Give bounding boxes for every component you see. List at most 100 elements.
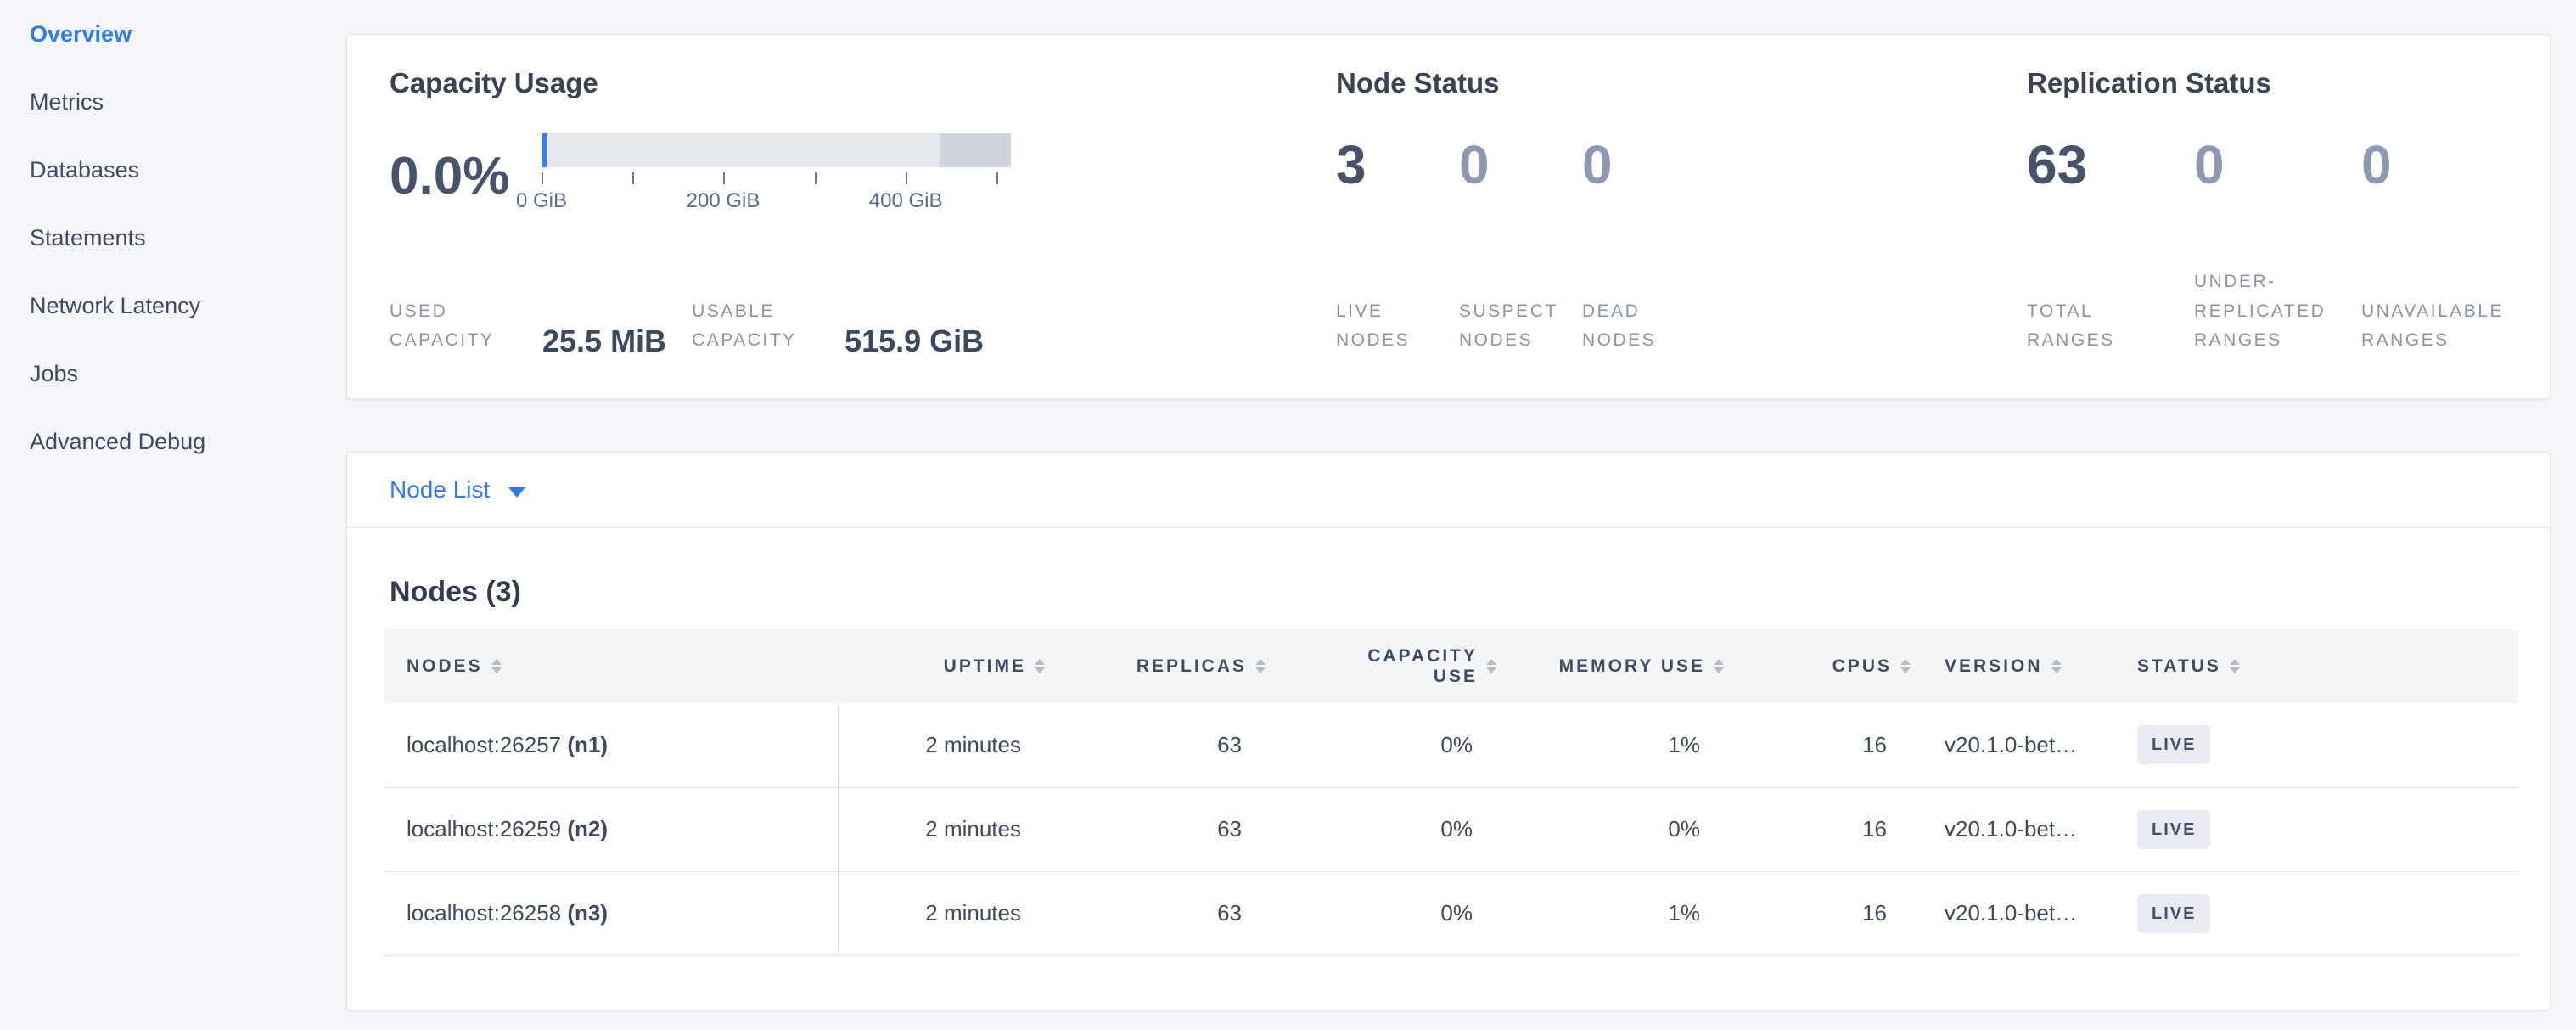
under-replicated-ranges-value: 0 [2194, 138, 2361, 192]
status-badge: LIVE [2137, 894, 2210, 933]
column-header-version[interactable]: VERSION [1911, 629, 2114, 703]
under-replicated-ranges-label: UNDER- REPLICATED RANGES [2194, 267, 2361, 356]
replicas-cell: 63 [1045, 787, 1266, 871]
nodes-table: NODES UPTIME REPLICAS CAPACITY USE MEMOR… [384, 629, 2518, 956]
node-address-cell[interactable]: localhost:26257 (n1) [384, 703, 838, 787]
live-nodes-value: 3 [1336, 138, 1459, 192]
table-header-row: NODES UPTIME REPLICAS CAPACITY USE MEMOR… [384, 629, 2518, 703]
total-ranges-value: 63 [2027, 138, 2194, 192]
version-cell: v20.1.0-bet… [1911, 787, 2114, 871]
sidebar-item-advanced-debug[interactable]: Advanced Debug [0, 408, 346, 476]
node-list-card: Node List Nodes (3) NODES UPTIME REPLICA… [346, 452, 2551, 1010]
under-replicated-ranges-stat: 0 UNDER- REPLICATED RANGES [2194, 138, 2361, 356]
suspect-nodes-stat: 0 SUSPECT NODES [1459, 138, 1582, 356]
usable-capacity-label: USABLE CAPACITY [692, 297, 798, 356]
node-address-cell[interactable]: localhost:26258 (n3) [384, 871, 838, 955]
column-header-nodes[interactable]: NODES [384, 629, 838, 703]
cluster-summary-card: Capacity Usage 0.0% [346, 34, 2551, 399]
sidebar-item-databases[interactable]: Databases [0, 136, 346, 204]
capacity-usage-section: Capacity Usage 0.0% [390, 67, 1289, 356]
usable-capacity-stat: USABLE CAPACITY 515.9 GiB [692, 297, 984, 356]
table-row[interactable]: localhost:26258 (n3) 2 minutes 63 0% 1% … [384, 871, 2518, 955]
unavailable-ranges-label: UNAVAILABLE RANGES [2361, 297, 2528, 356]
sidebar-item-overview[interactable]: Overview [0, 0, 346, 68]
memory-use-cell: 1% [1496, 871, 1724, 955]
capacity-use-cell: 0% [1266, 703, 1496, 787]
dead-nodes-label: DEAD NODES [1582, 297, 1705, 356]
sort-icon[interactable] [491, 659, 502, 673]
status-cell: LIVE [2114, 703, 2518, 787]
total-ranges-stat: 63 TOTAL RANGES [2027, 138, 2194, 356]
dead-nodes-stat: 0 DEAD NODES [1582, 138, 1705, 356]
suspect-nodes-label: SUSPECT NODES [1459, 297, 1582, 356]
column-header-memory-use[interactable]: MEMORY USE [1496, 629, 1724, 703]
version-cell: v20.1.0-bet… [1911, 871, 2114, 955]
node-address-cell[interactable]: localhost:26259 (n2) [384, 787, 838, 871]
sidebar-item-statements[interactable]: Statements [0, 204, 346, 272]
table-row[interactable]: localhost:26259 (n2) 2 minutes 63 0% 0% … [384, 787, 2518, 871]
capacity-use-cell: 0% [1266, 787, 1496, 871]
status-cell: LIVE [2114, 787, 2518, 871]
live-nodes-stat: 3 LIVE NODES [1336, 138, 1459, 356]
used-capacity-value: 25.5 MiB [542, 324, 666, 359]
usable-capacity-value: 515.9 GiB [845, 324, 984, 359]
memory-use-cell: 0% [1496, 787, 1724, 871]
nodes-table-heading: Nodes (3) [390, 576, 2550, 609]
cpus-cell: 16 [1724, 871, 1911, 955]
column-header-replicas[interactable]: REPLICAS [1045, 629, 1266, 703]
capacity-other-segment [940, 133, 1011, 167]
sort-icon[interactable] [1900, 659, 1911, 673]
caret-down-icon[interactable] [508, 487, 525, 498]
status-badge: LIVE [2137, 810, 2210, 849]
sort-icon[interactable] [1035, 659, 1045, 673]
version-cell: v20.1.0-bet… [1911, 703, 2114, 787]
capacity-used-percent: 0.0% [390, 146, 519, 206]
column-header-uptime[interactable]: UPTIME [838, 629, 1045, 703]
sort-icon[interactable] [1255, 659, 1266, 673]
axis-label-0: 0 GiB [516, 189, 567, 213]
uptime-cell: 2 minutes [838, 787, 1045, 871]
cpus-cell: 16 [1724, 787, 1911, 871]
sort-icon[interactable] [2051, 659, 2062, 673]
cpus-cell: 16 [1724, 703, 1911, 787]
table-row[interactable]: localhost:26257 (n1) 2 minutes 63 0% 1% … [384, 703, 2518, 787]
status-badge: LIVE [2137, 725, 2210, 764]
memory-use-cell: 1% [1496, 703, 1724, 787]
sidebar-item-jobs[interactable]: Jobs [0, 340, 346, 408]
axis-label-400: 400 GiB [869, 189, 943, 213]
sidebar-item-metrics[interactable]: Metrics [0, 68, 346, 136]
column-header-status[interactable]: STATUS [2114, 629, 2518, 703]
node-status-section: Node Status 3 LIVE NODES 0 SUSPECT NODES… [1336, 67, 1981, 356]
node-list-dropdown[interactable]: Node List [347, 453, 2550, 528]
column-header-capacity-use[interactable]: CAPACITY USE [1266, 629, 1496, 703]
node-list-dropdown-label[interactable]: Node List [390, 476, 490, 504]
sort-icon[interactable] [1714, 659, 1724, 673]
replication-status-section: Replication Status 63 TOTAL RANGES 0 UND… [2027, 67, 2536, 356]
main-content: Capacity Usage 0.0% [346, 0, 2576, 1030]
total-ranges-label: TOTAL RANGES [2027, 297, 2194, 356]
unavailable-ranges-value: 0 [2361, 138, 2528, 192]
node-status-title: Node Status [1336, 67, 1981, 99]
capacity-bar-chart: 0 GiB 200 GiB 400 GiB [542, 133, 1011, 218]
column-header-cpus[interactable]: CPUS [1724, 629, 1911, 703]
capacity-axis: 0 GiB 200 GiB 400 GiB [542, 167, 1011, 218]
replicas-cell: 63 [1045, 871, 1266, 955]
status-cell: LIVE [2114, 871, 2518, 955]
uptime-cell: 2 minutes [838, 703, 1045, 787]
capacity-usable-segment [542, 133, 940, 167]
capacity-use-cell: 0% [1266, 871, 1496, 955]
sort-icon[interactable] [1486, 659, 1496, 673]
unavailable-ranges-stat: 0 UNAVAILABLE RANGES [2361, 138, 2528, 356]
capacity-usage-title: Capacity Usage [390, 67, 1289, 99]
sidebar: Overview Metrics Databases Statements Ne… [0, 0, 346, 1030]
sidebar-item-network-latency[interactable]: Network Latency [0, 272, 346, 340]
uptime-cell: 2 minutes [838, 871, 1045, 955]
capacity-used-segment [542, 133, 547, 167]
axis-label-200: 200 GiB [687, 189, 760, 213]
used-capacity-label: USED CAPACITY [390, 297, 496, 356]
live-nodes-label: LIVE NODES [1336, 297, 1459, 356]
replication-status-title: Replication Status [2027, 67, 2536, 99]
suspect-nodes-value: 0 [1459, 138, 1582, 192]
sort-icon[interactable] [2230, 659, 2240, 673]
dead-nodes-value: 0 [1582, 138, 1705, 192]
